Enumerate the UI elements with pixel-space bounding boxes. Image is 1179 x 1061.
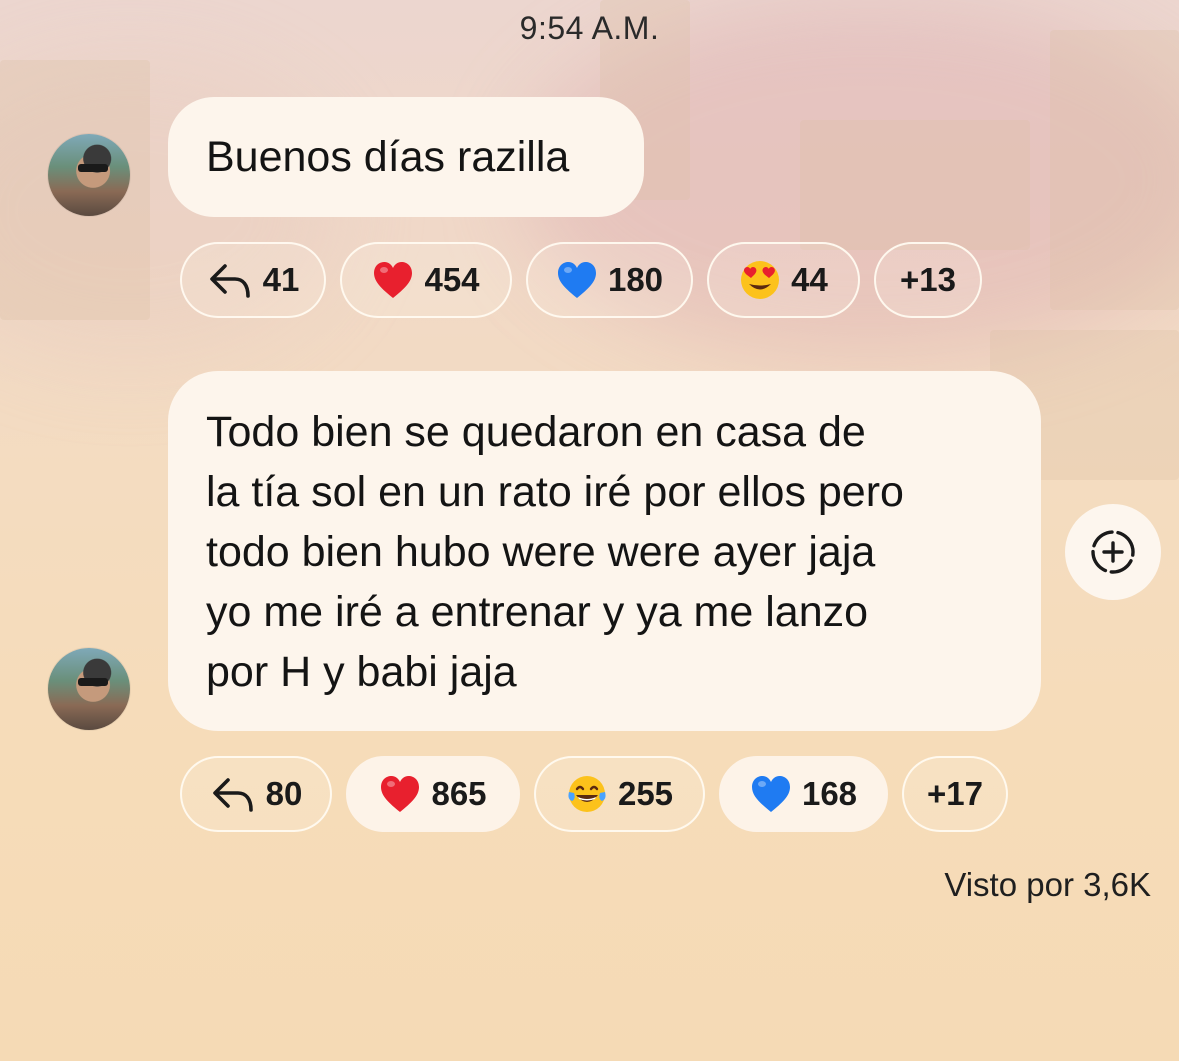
more-reactions-count: +17 — [927, 775, 983, 812]
add-reaction-button[interactable] — [1065, 504, 1161, 600]
reply-arrow-icon — [209, 264, 250, 298]
reaction-pill-blue-heart[interactable]: 168 — [719, 756, 888, 832]
message-text-line: Buenos días razilla — [206, 133, 570, 181]
message-text-line: por H y babi jaja — [206, 648, 517, 696]
reaction-count: 255 — [617, 775, 674, 812]
more-reactions-pill[interactable]: +17 — [902, 756, 1008, 832]
message-text-line: la tía sol en un rato iré por ellos pero — [206, 468, 904, 516]
reply-count: 41 — [262, 261, 300, 298]
message-text-line: todo bien hubo were were ayer jaja — [206, 528, 876, 576]
more-reactions-count: +13 — [900, 261, 956, 298]
message-bubble[interactable]: Buenos días razilla — [168, 97, 644, 217]
reaction-count: 865 — [431, 775, 487, 812]
reaction-pill-blue-heart[interactable]: 180 — [526, 242, 693, 318]
add-reaction-icon — [1091, 530, 1135, 574]
seen-by-count: Visto por 3,6K — [944, 866, 1151, 903]
blue-heart-icon — [751, 776, 790, 812]
reaction-count: 180 — [607, 261, 664, 298]
reaction-pill-heart-eyes[interactable]: 44 — [707, 242, 860, 318]
tears-of-joy-icon — [568, 776, 606, 812]
reaction-bar: 80 865 255 168 +17 — [180, 756, 1008, 832]
reaction-count: 44 — [791, 261, 828, 298]
red-heart-icon — [374, 262, 413, 298]
reply-arrow-icon — [212, 778, 253, 812]
reply-count: 80 — [265, 775, 303, 812]
reply-count-pill[interactable]: 41 — [180, 242, 326, 318]
sender-avatar[interactable] — [48, 648, 130, 730]
reaction-pill-tears-of-joy[interactable]: 255 — [534, 756, 705, 832]
heart-eyes-icon — [741, 261, 780, 299]
reaction-count: 454 — [424, 261, 480, 298]
reply-count-pill[interactable]: 80 — [180, 756, 332, 832]
red-heart-icon — [381, 776, 420, 812]
message-text-line: yo me iré a entrenar y ya me lanzo — [206, 588, 869, 636]
message-bubble[interactable]: Todo bien se quedaron en casa de la tía … — [168, 371, 1041, 731]
blue-heart-icon — [557, 262, 596, 298]
message-timestamp: 9:54 A.M. — [519, 10, 660, 46]
sender-avatar[interactable] — [48, 134, 130, 216]
message-text-line: Todo bien se quedaron en casa de — [206, 408, 866, 456]
reaction-bar: 41 454 180 44 +13 — [180, 242, 982, 318]
more-reactions-pill[interactable]: +13 — [874, 242, 982, 318]
reaction-pill-red-heart[interactable]: 454 — [340, 242, 512, 318]
reaction-count: 168 — [801, 775, 858, 812]
reaction-pill-red-heart[interactable]: 865 — [346, 756, 520, 832]
